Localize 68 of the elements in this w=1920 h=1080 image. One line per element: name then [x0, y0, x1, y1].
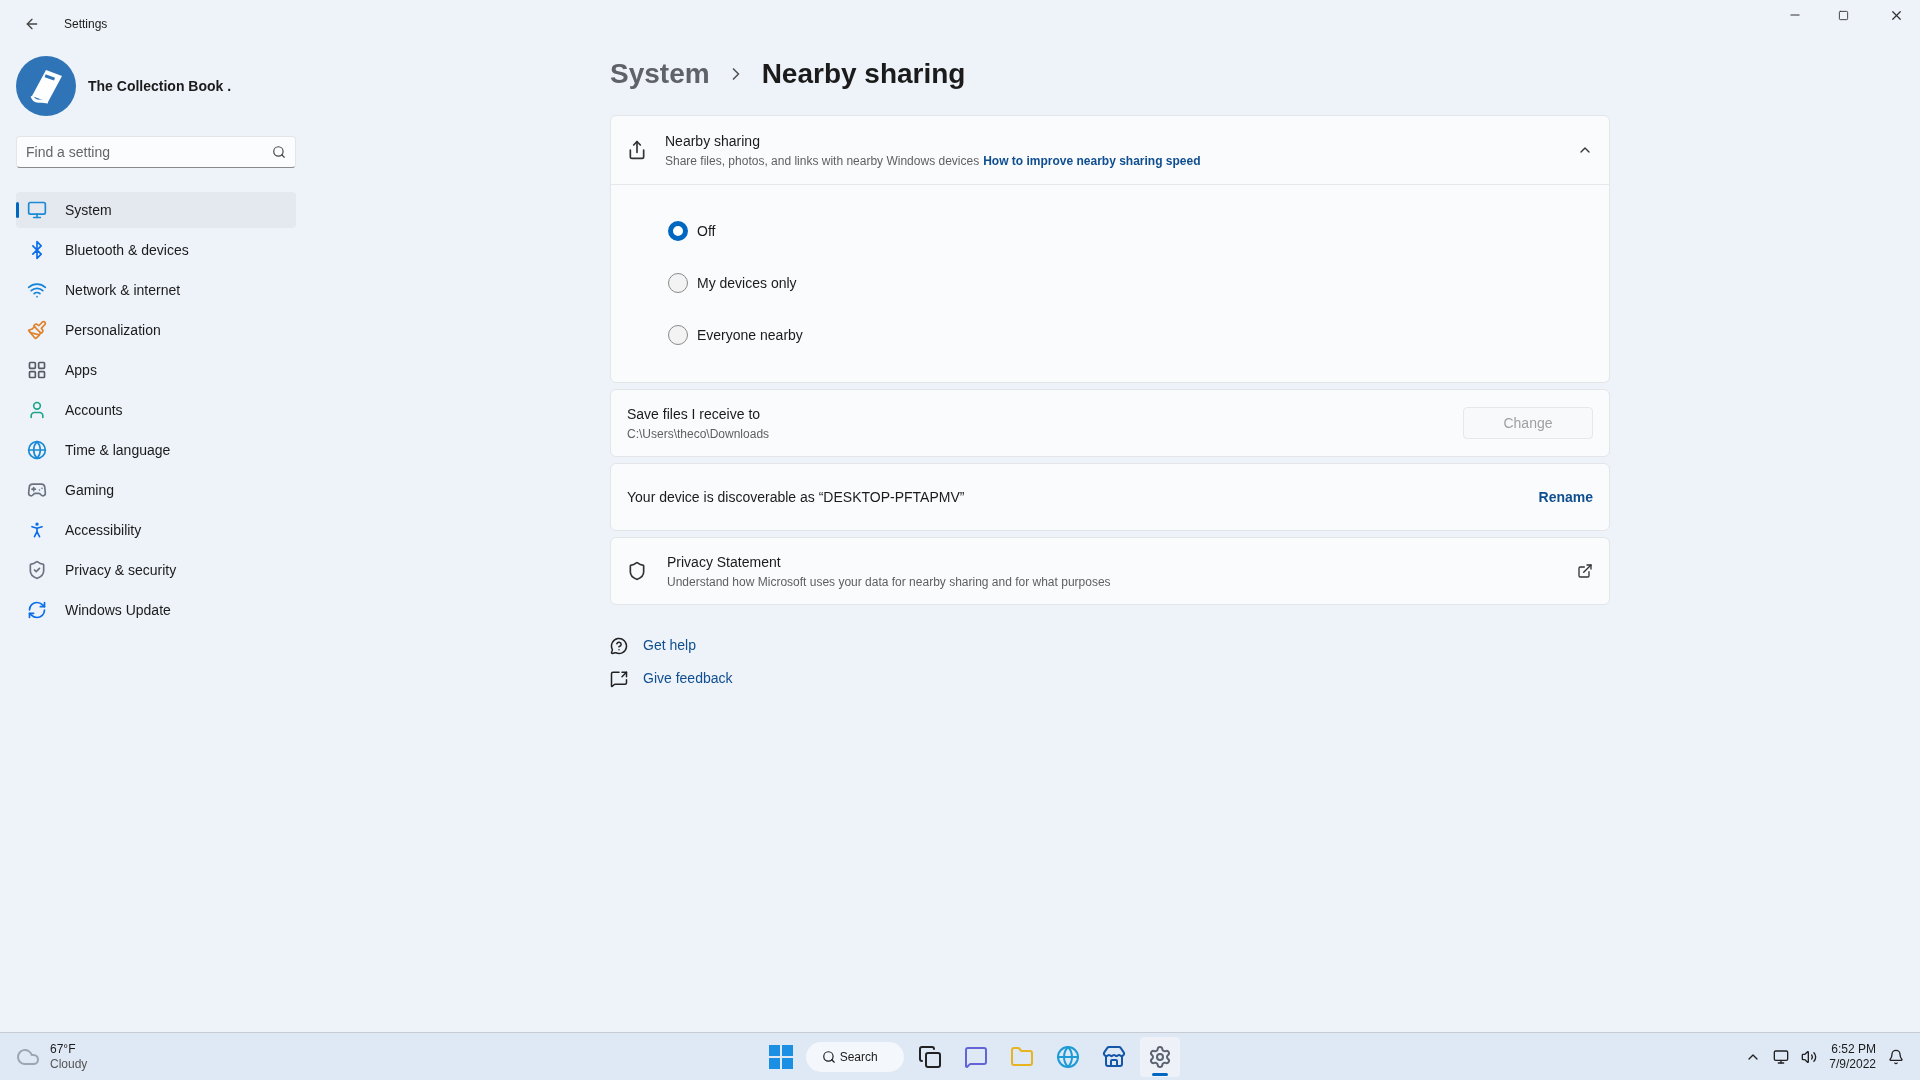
shield-icon: [27, 560, 47, 580]
sidebar-item[interactable]: Accessibility: [16, 512, 296, 548]
search-field[interactable]: Find a setting: [16, 136, 296, 168]
profile-name: The Collection Book .: [88, 76, 232, 96]
folder-icon: [1009, 1044, 1034, 1069]
radio-button[interactable]: [668, 221, 688, 241]
taskbar-search[interactable]: Search: [805, 1041, 904, 1072]
sidebar-item[interactable]: Bluetooth & devices: [16, 232, 296, 268]
card-title: Privacy Statement: [667, 552, 782, 572]
start-icon[interactable]: [767, 1043, 794, 1070]
volume-icon[interactable]: [1801, 1048, 1818, 1065]
browser-icon: [1055, 1044, 1080, 1069]
globe-icon: [27, 440, 47, 460]
person-icon: [27, 400, 47, 420]
help-link[interactable]: How to improve nearby sharing speed: [983, 151, 1201, 170]
maximize-icon[interactable]: [1838, 10, 1849, 21]
radio-label: Everyone nearby: [697, 325, 803, 345]
apps-grid-icon: [27, 360, 47, 380]
search-icon[interactable]: [272, 145, 286, 159]
shield-icon: [627, 561, 647, 581]
search-icon: [821, 1049, 836, 1064]
network-icon[interactable]: [1773, 1048, 1790, 1065]
settings-icon: [1147, 1044, 1172, 1069]
paintbrush-icon: [27, 320, 47, 340]
radio-button[interactable]: [668, 325, 688, 345]
sidebar-item[interactable]: Accounts: [16, 392, 296, 428]
chat-icon: [963, 1044, 988, 1069]
close-icon[interactable]: [1889, 8, 1904, 23]
notification-icon[interactable]: [1888, 1048, 1904, 1065]
device-name-text: Your device is discoverable as “DESKTOP-PFTAPMV”: [627, 487, 966, 507]
folder-path: C:\Users\theco\Downloads: [627, 425, 771, 443]
page-title: Nearby sharing: [761, 57, 966, 91]
card-description: Understand how Microsoft uses your data for nearby sharing and for what purposes: [667, 573, 1112, 591]
radio-label: Off: [697, 221, 716, 241]
help-link[interactable]: Get help: [643, 635, 696, 656]
sidebar-item[interactable]: Apps: [16, 352, 296, 388]
clock-date: 7/9/2022: [1829, 1056, 1876, 1072]
clock-time: 6:52 PM: [1831, 1041, 1876, 1057]
radio-button[interactable]: [668, 273, 688, 293]
wifi-icon: [27, 280, 47, 300]
window-title: Settings: [64, 16, 108, 33]
sidebar-item[interactable]: Network & internet: [16, 272, 296, 308]
radio-label: My devices only: [697, 273, 797, 293]
breadcrumb-link[interactable]: System: [610, 53, 710, 95]
share-icon: [627, 140, 647, 160]
update-icon: [27, 600, 47, 620]
card-title: Save files I receive to: [627, 404, 762, 424]
gamepad-icon: [27, 480, 47, 500]
store-icon: [1101, 1044, 1126, 1069]
card-description: Share files, photos, and links with nearby Windows devices: [665, 152, 980, 170]
weather-condition: Cloudy: [50, 1056, 88, 1072]
avatar-icon: [16, 56, 76, 116]
sidebar-item[interactable]: System: [16, 192, 296, 228]
feedback-icon: [610, 669, 628, 688]
help-link[interactable]: Give feedback: [643, 668, 733, 689]
sidebar-item[interactable]: Time & language: [16, 432, 296, 468]
help-icon: [610, 636, 628, 655]
task-view-icon: [917, 1044, 942, 1069]
sidebar-item[interactable]: Privacy & security: [16, 552, 296, 588]
card-title: Nearby sharing: [665, 131, 761, 151]
monitor-icon: [27, 200, 47, 220]
sidebar-item[interactable]: Gaming: [16, 472, 296, 508]
rename-link[interactable]: Rename: [1538, 486, 1593, 508]
weather-temperature: 67°F: [50, 1041, 77, 1057]
sidebar-item[interactable]: Personalization: [16, 312, 296, 348]
external-link-icon[interactable]: [1577, 563, 1593, 579]
back-icon[interactable]: [24, 16, 40, 32]
sidebar-item[interactable]: Windows Update: [16, 592, 296, 628]
